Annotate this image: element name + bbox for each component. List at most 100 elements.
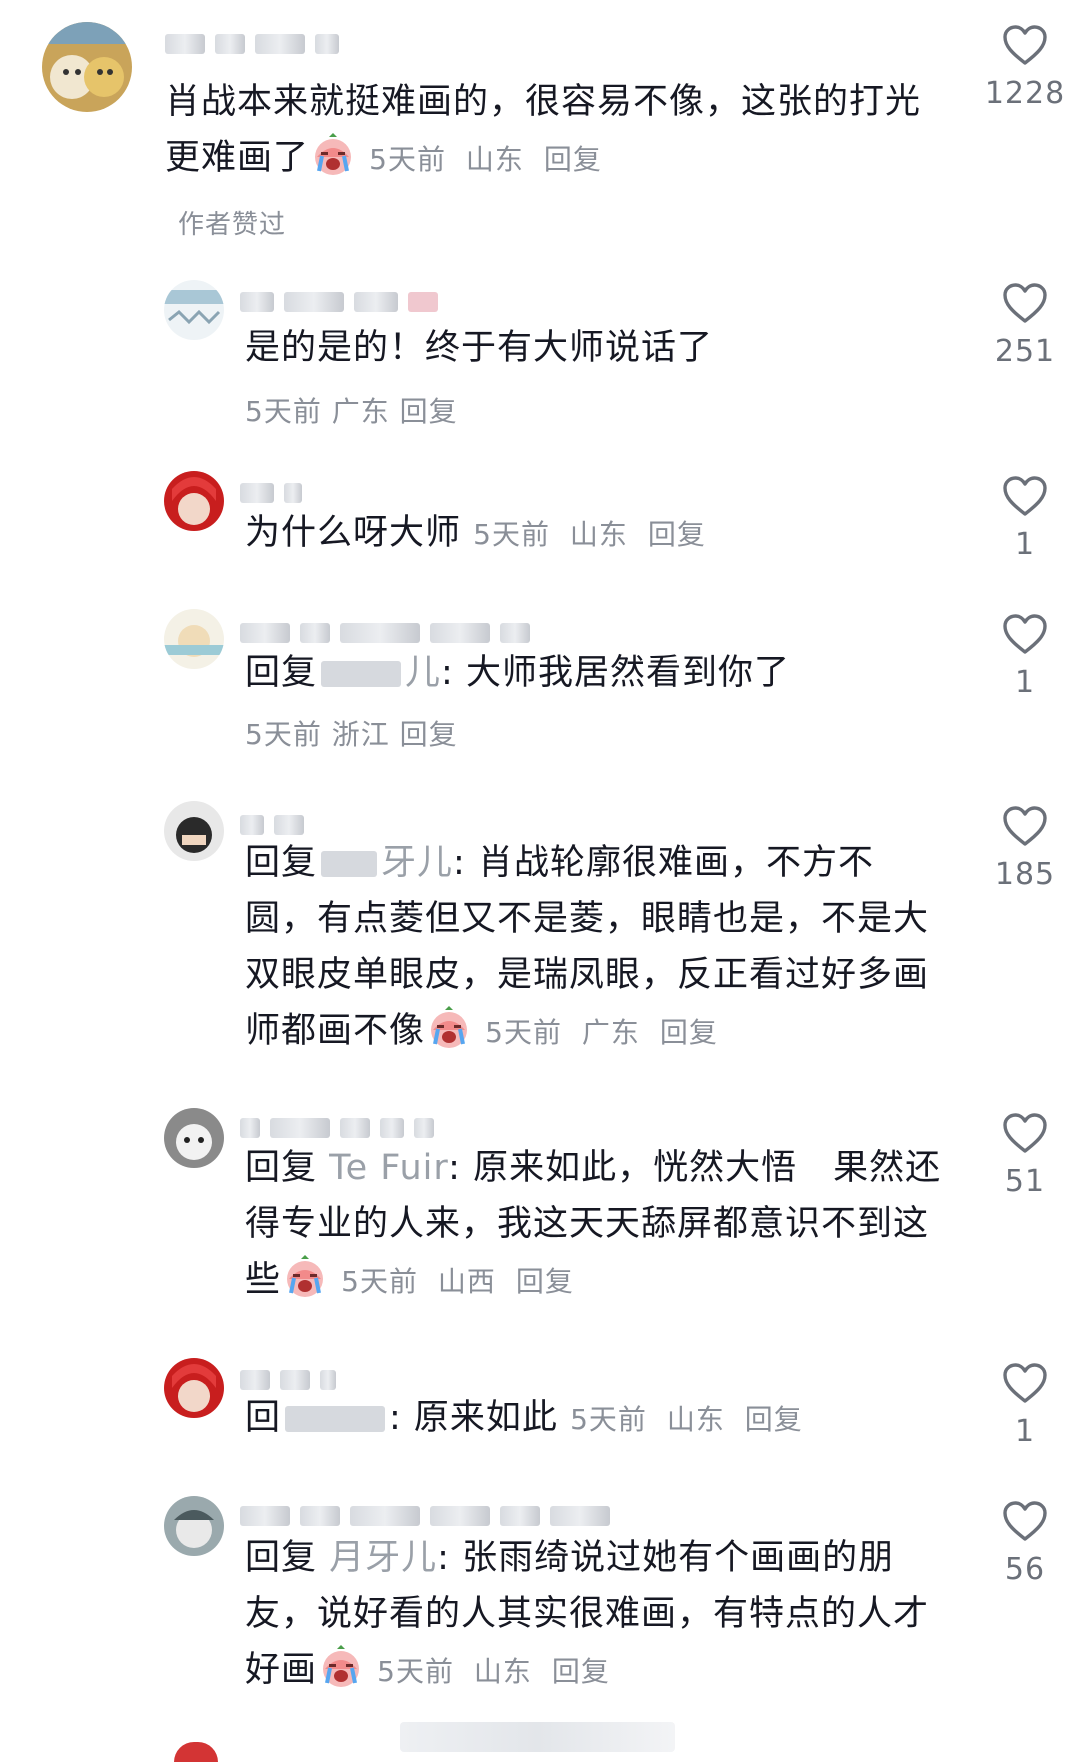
comment-meta: 5天前 浙江 回复 xyxy=(245,715,458,755)
comment-text: : 大师我居然看到你了 xyxy=(441,653,790,693)
avatar[interactable] xyxy=(164,1358,224,1418)
comment-meta: 5天前 广东 回复 xyxy=(245,392,458,432)
like-count: 251 xyxy=(994,334,1056,369)
comment-body: 是的是的！终于有大师说话了 xyxy=(245,320,945,376)
username-blurred[interactable] xyxy=(240,811,340,837)
like-button[interactable]: 185 xyxy=(980,805,1070,892)
like-count: 185 xyxy=(994,857,1056,892)
heart-outline-icon xyxy=(1003,1501,1047,1541)
like-button[interactable]: 1 xyxy=(980,613,1070,700)
reply-prefix: 回复 xyxy=(245,1538,318,1578)
author-liked-badge: 作者赞过 xyxy=(178,210,287,240)
comment-meta: 5天前 山东 回复 xyxy=(377,1655,610,1688)
comment-location: 浙江 xyxy=(331,718,390,751)
username-blurred[interactable] xyxy=(240,479,340,505)
like-count: 1 xyxy=(1014,527,1036,562)
reply-target-blurred xyxy=(321,851,378,877)
comment-location: 广东 xyxy=(331,395,390,428)
avatar[interactable] xyxy=(164,1108,224,1168)
comment-body: 回 : 原来如此 5天前 山东 回复 xyxy=(245,1390,945,1448)
like-button[interactable]: 51 xyxy=(980,1112,1070,1199)
like-button[interactable]: 1 xyxy=(980,1362,1070,1449)
reply-target[interactable]: 月牙儿 xyxy=(329,1538,437,1578)
avatar[interactable] xyxy=(164,280,224,340)
like-count: 1 xyxy=(1014,665,1036,700)
comment-text: : 原来如此 xyxy=(389,1398,558,1438)
like-count: 51 xyxy=(1004,1164,1046,1199)
next-comment-avatar-partial xyxy=(174,1742,218,1762)
avatar[interactable] xyxy=(42,22,132,112)
reply-button[interactable]: 回复 xyxy=(400,718,458,751)
crying-face-emoji-icon xyxy=(315,133,352,175)
comment-body: 回复 月牙儿: 张雨绮说过她有个画画的朋友，说好看的人其实很难画，有特点的人才好… xyxy=(245,1530,945,1700)
reply-target[interactable]: 儿 xyxy=(405,653,441,693)
like-button[interactable]: 1228 xyxy=(980,24,1070,111)
heart-outline-icon xyxy=(1003,614,1047,654)
username-blurred[interactable] xyxy=(240,619,560,645)
comment-body: 回复 儿: 大师我居然看到你了 xyxy=(245,645,945,701)
reply-target[interactable]: 牙儿 xyxy=(381,843,453,883)
reply-target-blurred xyxy=(285,1406,386,1432)
like-button[interactable]: 251 xyxy=(980,282,1070,369)
avatar[interactable] xyxy=(164,1496,224,1556)
crying-face-emoji-icon xyxy=(431,1006,468,1048)
avatar[interactable] xyxy=(164,471,224,531)
comment-time: 5天前 xyxy=(377,1655,454,1688)
heart-outline-icon xyxy=(1003,806,1047,846)
avatar[interactable] xyxy=(164,801,224,861)
like-button[interactable]: 56 xyxy=(980,1500,1070,1587)
comment-time: 5天前 xyxy=(570,1403,647,1436)
comment-location: 山东 xyxy=(666,1403,725,1436)
comment-meta: 5天前 山东 回复 xyxy=(473,518,706,551)
reply-target-blurred xyxy=(321,661,402,687)
comment-location: 广东 xyxy=(581,1016,640,1049)
comment-time: 5天前 xyxy=(485,1016,562,1049)
like-count: 56 xyxy=(1004,1552,1046,1587)
like-count: 1228 xyxy=(984,76,1066,111)
reply-prefix: 回复 xyxy=(245,653,318,693)
reply-button[interactable]: 回复 xyxy=(544,143,602,176)
comment-body: 回复 牙儿: 肖战轮廓很难画，不方不圆，有点菱但又不是菱，眼睛也是，不是大双眼皮单… xyxy=(245,835,945,1061)
comment-meta: 5天前 山东 回复 xyxy=(570,1403,803,1436)
reply-prefix: 回复 xyxy=(245,1148,318,1188)
reply-button[interactable]: 回复 xyxy=(648,518,706,551)
comment-time: 5天前 xyxy=(341,1265,418,1298)
like-count: 1 xyxy=(1014,1414,1036,1449)
avatar[interactable] xyxy=(164,609,224,669)
username-blurred[interactable] xyxy=(240,1114,520,1140)
reply-button[interactable]: 回复 xyxy=(400,395,458,428)
username-blurred[interactable] xyxy=(240,1366,360,1392)
comment-text: 是的是的！终于有大师说话了 xyxy=(245,328,714,368)
blurred-footer-strip xyxy=(400,1722,675,1752)
username-blurred[interactable] xyxy=(240,1502,680,1528)
reply-button[interactable]: 回复 xyxy=(516,1265,574,1298)
username-blurred[interactable] xyxy=(165,30,365,56)
username-blurred[interactable] xyxy=(240,288,520,314)
reply-button[interactable]: 回复 xyxy=(660,1016,718,1049)
comment-body: 回复 Te Fuir: 原来如此，恍然大悟 果然还得专业的人来，我这天天舔屏都意… xyxy=(245,1140,945,1310)
heart-outline-icon xyxy=(1003,1113,1047,1153)
heart-outline-icon xyxy=(1003,476,1047,516)
comment-location: 山西 xyxy=(437,1265,496,1298)
comment-time: 5天前 xyxy=(369,143,446,176)
reply-target[interactable]: Te Fuir xyxy=(329,1148,448,1188)
comment-body: 为什么呀大师 5天前 山东 回复 xyxy=(245,505,945,563)
heart-outline-icon xyxy=(1003,283,1047,323)
reply-prefix: 回 xyxy=(245,1398,282,1438)
comment-meta: 5天前 山东 回复 xyxy=(369,143,602,176)
comment-text: 为什么呀大师 xyxy=(245,513,462,553)
comment-meta: 5天前 广东 回复 xyxy=(485,1016,718,1049)
crying-face-emoji-icon xyxy=(287,1255,324,1297)
crying-face-emoji-icon xyxy=(323,1645,360,1687)
reply-prefix: 回复 xyxy=(245,843,318,883)
reply-button[interactable]: 回复 xyxy=(745,1403,803,1436)
heart-outline-icon xyxy=(1003,1363,1047,1403)
reply-button[interactable]: 回复 xyxy=(552,1655,610,1688)
comment-meta: 5天前 山西 回复 xyxy=(341,1265,574,1298)
comment-time: 5天前 xyxy=(245,395,322,428)
comment-location: 山东 xyxy=(465,143,524,176)
comment-location: 山东 xyxy=(569,518,628,551)
like-button[interactable]: 1 xyxy=(980,475,1070,562)
heart-outline-icon xyxy=(1003,25,1047,65)
comment-location: 山东 xyxy=(473,1655,532,1688)
